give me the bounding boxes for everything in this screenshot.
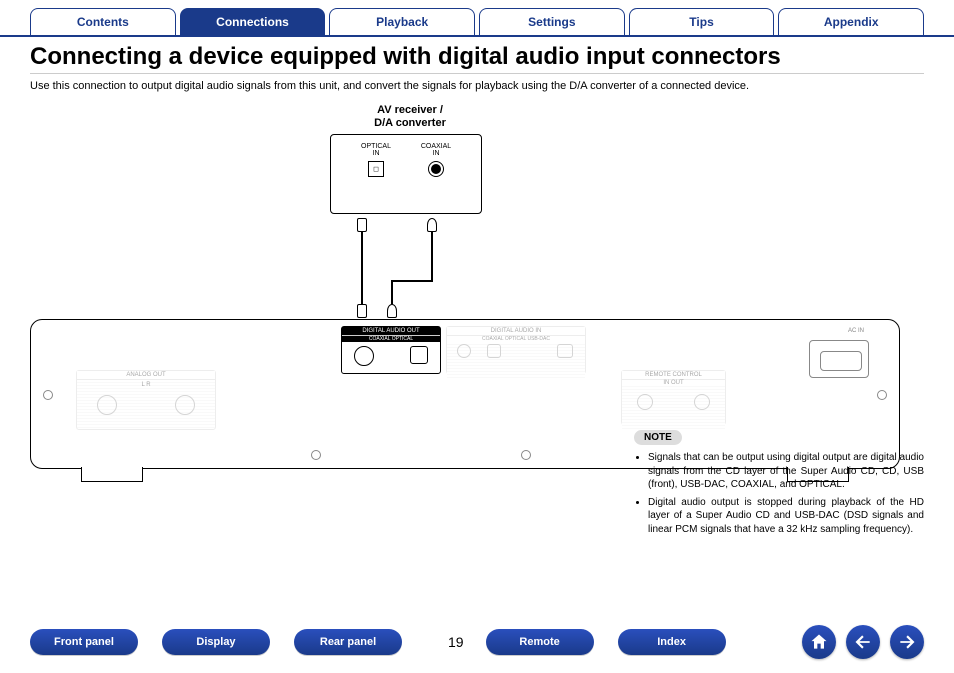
usb-jack-icon	[557, 344, 573, 358]
screw-icon	[311, 450, 321, 460]
receiver-label: AV receiver / D/A converter	[340, 104, 480, 130]
tab-settings[interactable]: Settings	[479, 8, 625, 35]
screw-icon	[521, 450, 531, 460]
page-title: Connecting a device equipped with digita…	[30, 43, 924, 74]
tab-playback[interactable]: Playback	[329, 8, 475, 35]
cable-coax-v2	[391, 280, 393, 304]
optical-in-port: OPTICAL IN ◻	[346, 143, 406, 177]
jack-icon	[637, 394, 653, 410]
nav-remote[interactable]: Remote	[486, 629, 594, 655]
cable-coax-h	[391, 280, 433, 282]
receiver-box: OPTICAL IN ◻ COAXIAL IN	[330, 134, 482, 214]
note-item: Signals that can be output using digital…	[648, 451, 924, 492]
jack-icon	[694, 394, 710, 410]
note-section: NOTE Signals that can be output using di…	[634, 430, 924, 540]
ac-inlet	[809, 340, 869, 378]
analog-out-panel: ANALOG OUT L R	[76, 370, 216, 430]
prev-icon[interactable]	[846, 625, 880, 659]
optical-plug-bottom	[357, 304, 367, 318]
nav-rear-panel[interactable]: Rear panel	[294, 629, 402, 655]
digital-out-panel: DIGITAL AUDIO OUT COAXIAL OPTICAL	[341, 326, 441, 374]
digital-in-panel: DIGITAL AUDIO IN COAXIAL OPTICAL USB-DAC	[446, 326, 586, 374]
jack-icon	[457, 344, 471, 358]
remote-control-panel: REMOTE CONTROL IN OUT	[621, 370, 726, 425]
screw-icon	[43, 390, 53, 400]
acin-label: AC IN	[848, 328, 864, 334]
nav-display[interactable]: Display	[162, 629, 270, 655]
tab-tips[interactable]: Tips	[629, 8, 775, 35]
bottom-nav: Front panel Display Rear panel 19 Remote…	[30, 625, 924, 659]
coax-plug-bottom	[387, 304, 397, 318]
top-tabs: Contents Connections Playback Settings T…	[0, 0, 954, 37]
cable-coax-v1	[431, 232, 433, 280]
note-badge: NOTE	[634, 430, 682, 445]
page-subtitle: Use this connection to output digital au…	[30, 80, 924, 92]
jack-icon	[175, 395, 195, 415]
jack-icon	[97, 395, 117, 415]
page-number: 19	[448, 634, 464, 650]
coaxial-in-port: COAXIAL IN	[406, 143, 466, 177]
tab-contents[interactable]: Contents	[30, 8, 176, 35]
coaxial-port-icon	[428, 161, 444, 177]
coax-plug-top	[427, 218, 437, 232]
home-icon[interactable]	[802, 625, 836, 659]
tab-connections[interactable]: Connections	[180, 8, 326, 35]
screw-icon	[877, 390, 887, 400]
nav-front-panel[interactable]: Front panel	[30, 629, 138, 655]
optical-port-icon: ◻	[368, 161, 384, 177]
cable-optical-v	[361, 232, 363, 304]
note-item: Digital audio output is stopped during p…	[648, 496, 924, 537]
optical-out-jack	[410, 346, 428, 364]
nav-index[interactable]: Index	[618, 629, 726, 655]
next-icon[interactable]	[890, 625, 924, 659]
jack-icon	[487, 344, 501, 358]
coaxial-out-jack	[354, 346, 374, 366]
optical-plug-top	[357, 218, 367, 232]
tab-appendix[interactable]: Appendix	[778, 8, 924, 35]
